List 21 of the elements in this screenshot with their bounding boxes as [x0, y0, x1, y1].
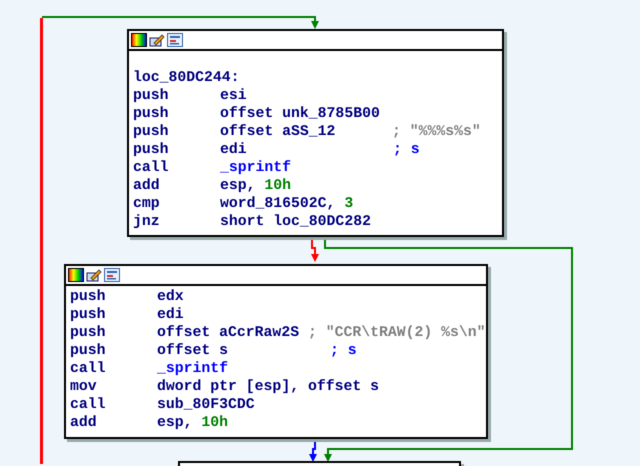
code-line: call _sprintf: [133, 159, 292, 177]
color-palette-icon[interactable]: [131, 33, 147, 47]
code-line: push esi: [133, 87, 248, 105]
color-palette-icon[interactable]: [68, 268, 84, 282]
code-line: push offset s ; s: [70, 342, 358, 360]
code-line: push edi ; s: [133, 141, 421, 159]
code-line: add esp, 10h: [133, 177, 292, 195]
code-line: push edi: [70, 306, 185, 324]
code-line: push offset unk_8785B00: [133, 105, 381, 123]
pencil-icon[interactable]: [149, 33, 165, 47]
code-line: push offset aSS_12 ; "%%%s%s": [133, 123, 482, 141]
code-line: push offset aCcrRaw2S ; "CCR\tRAW(2) %s\n": [70, 324, 486, 342]
code-line: call _sprintf: [70, 360, 230, 378]
code-line: push edx: [70, 288, 185, 306]
code-line: cmp word_816502C, 3: [133, 195, 354, 213]
code-line: jnz short loc_80DC282: [133, 213, 372, 231]
code-line: add esp, 10h: [70, 414, 230, 432]
code-label: loc_80DC244:: [133, 69, 241, 87]
code-line: mov dword ptr [esp], offset s: [70, 378, 380, 396]
pencil-icon[interactable]: [86, 268, 102, 282]
code-line: call sub_80F3CDC: [70, 396, 256, 414]
